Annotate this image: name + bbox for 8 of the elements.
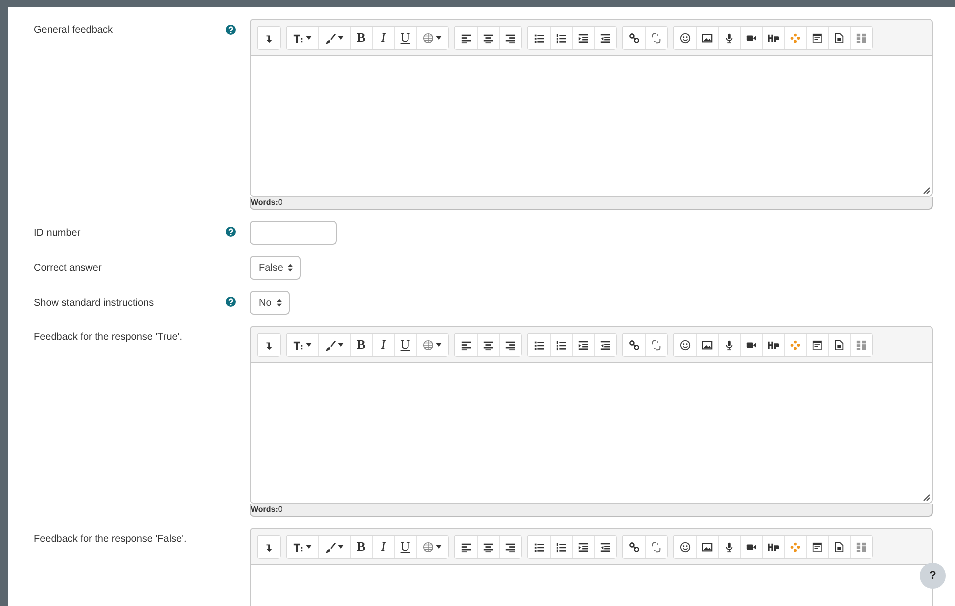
word-count: Words:0: [250, 197, 933, 210]
field-label: Show standard instructions: [34, 297, 156, 309]
field-label: Feedback for the response 'True'.: [34, 331, 184, 343]
field-label: Feedback for the response 'False'.: [34, 533, 188, 545]
word-count: Words:0: [250, 504, 933, 517]
field-label: Correct answer: [34, 262, 103, 274]
field-label: General feedback: [34, 24, 114, 36]
field-label: ID number: [34, 227, 82, 239]
